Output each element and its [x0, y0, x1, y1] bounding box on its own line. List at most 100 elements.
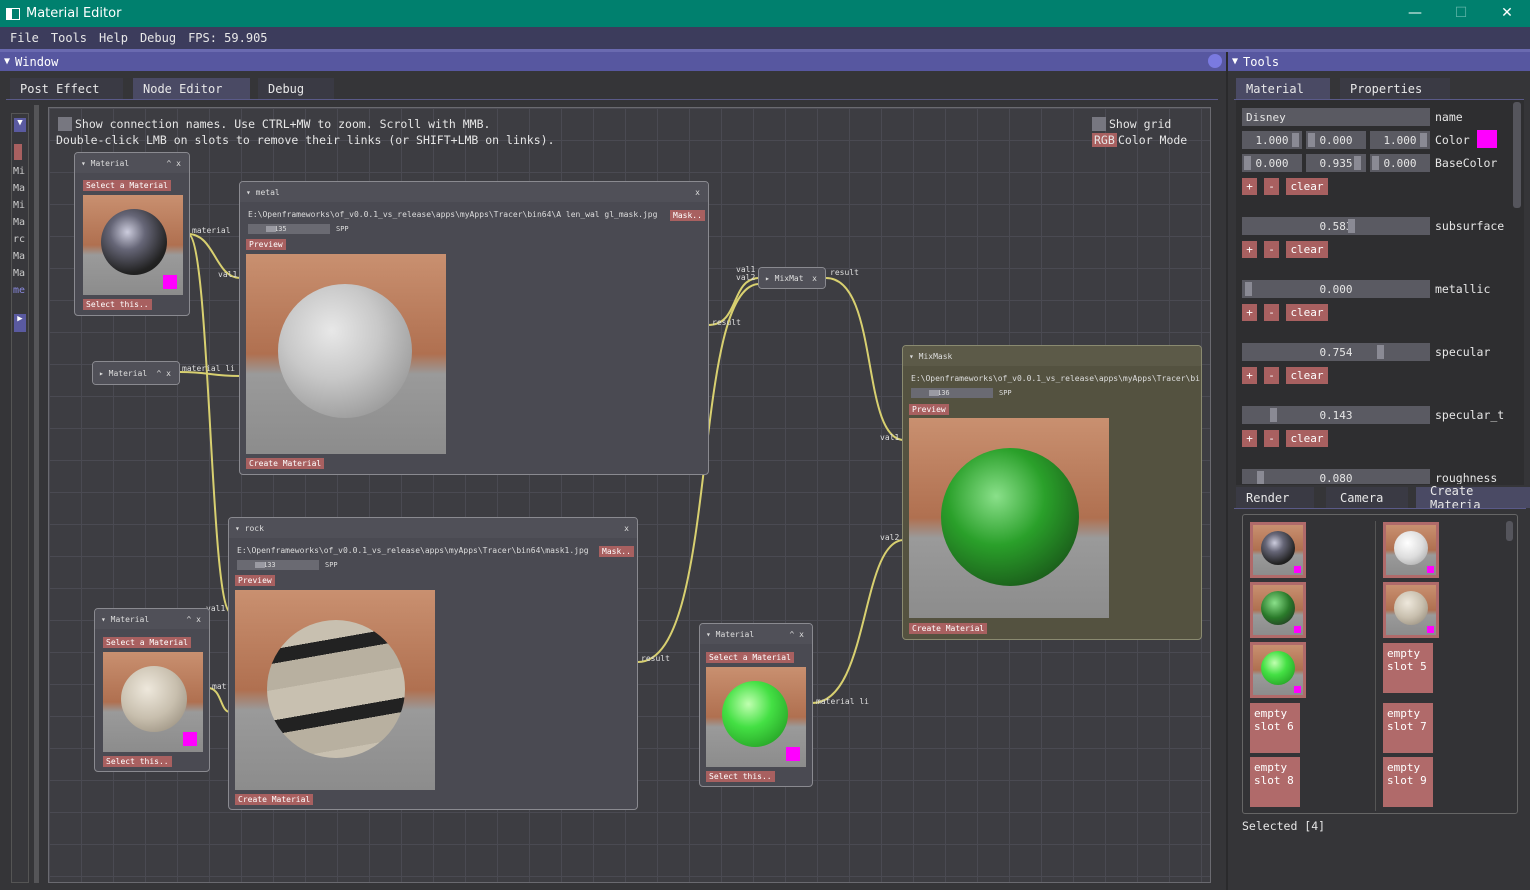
tab-properties[interactable]: Properties [1340, 78, 1450, 99]
basecolor-r-slider[interactable]: 0.000 [1242, 154, 1302, 172]
node-header[interactable]: ▾ Material ^ x [700, 624, 812, 644]
slider-grab[interactable] [1244, 156, 1251, 170]
rock-node[interactable]: ▾ rock x E:\Openframeworks\of_v0.0.1_vs_r… [228, 517, 638, 810]
list-item[interactable]: Ma [13, 251, 25, 262]
select-this-button[interactable]: Select this.. [83, 299, 152, 310]
name-input[interactable]: Disney [1242, 108, 1430, 126]
empty-slot[interactable]: empty slot 8 [1250, 757, 1300, 807]
tab-create-material[interactable]: Create Materia [1416, 484, 1530, 512]
node-header[interactable]: ▾ Material ^ x [75, 153, 189, 173]
metal-node[interactable]: ▾ metal x E:\Openframeworks\of_v0.0.1_vs_… [239, 181, 709, 475]
remove-button[interactable]: - [1264, 178, 1279, 195]
slider-grab[interactable] [1308, 133, 1315, 147]
material-node-collapsed[interactable]: ▸ Material ^ x [92, 361, 180, 385]
tab-render[interactable]: Render [1236, 487, 1314, 508]
select-material-button[interactable]: Select a Material [83, 180, 171, 191]
color-b-slider[interactable]: 1.000 [1370, 131, 1430, 149]
node-controls[interactable]: ^ x [167, 159, 181, 168]
rgb-button[interactable]: RGB [1092, 133, 1117, 147]
menu-file[interactable]: File [0, 31, 45, 45]
spp-slider[interactable]: 136 [911, 388, 993, 398]
collapse-icon[interactable]: ▼ [4, 56, 10, 67]
material-node[interactable]: ▾ Material ^ x Select a Material Select t… [699, 623, 813, 787]
slider-grab[interactable] [1292, 133, 1299, 147]
tab-material[interactable]: Material [1236, 78, 1330, 99]
add-button[interactable]: + [1242, 241, 1257, 258]
basecolor-g-slider[interactable]: 0.935 [1306, 154, 1366, 172]
remove-button[interactable]: - [1264, 367, 1279, 384]
mask-button[interactable]: Mask.. [670, 210, 705, 221]
node-header[interactable]: ▸ MixMat x [759, 268, 825, 288]
clear-button[interactable]: clear [1286, 241, 1328, 258]
empty-slot[interactable]: empty slot 7 [1383, 703, 1433, 753]
slider-grab[interactable] [1354, 156, 1361, 170]
remove-button[interactable]: - [1264, 430, 1279, 447]
basecolor-b-slider[interactable]: 0.000 [1370, 154, 1430, 172]
node-controls[interactable]: ^ x [157, 369, 171, 378]
menu-help[interactable]: Help [93, 31, 134, 45]
empty-slot[interactable]: empty slot 6 [1250, 703, 1300, 753]
tools-panel-header[interactable]: ▼ Tools [1228, 52, 1530, 71]
list-item[interactable]: rc [13, 234, 25, 245]
mask-button[interactable]: Mask.. [599, 546, 634, 557]
tab-node-editor[interactable]: Node Editor [133, 78, 250, 99]
clear-button[interactable]: clear [1286, 430, 1328, 447]
select-material-button[interactable]: Select a Material [103, 637, 191, 648]
node-header[interactable]: ▾ rock x [229, 518, 637, 538]
remove-button[interactable]: - [1264, 241, 1279, 258]
list-item[interactable]: me [13, 285, 25, 296]
node-close-icon[interactable]: x [624, 524, 629, 533]
side-list-toggle-icon[interactable]: ▼ [14, 118, 26, 132]
create-material-button[interactable]: Create Material [235, 794, 314, 805]
maximize-button[interactable]: ☐ [1438, 0, 1484, 27]
node-header[interactable]: ▸ Material ^ x [93, 362, 179, 384]
material-slot-thumbnail[interactable] [1250, 582, 1306, 638]
slots-scrollbar[interactable] [1506, 521, 1513, 541]
color-g-slider[interactable]: 0.000 [1306, 131, 1366, 149]
node-close-icon[interactable]: x [812, 274, 817, 283]
clear-button[interactable]: clear [1286, 367, 1328, 384]
specular-tint-slider[interactable]: 0.143 [1242, 406, 1430, 424]
slider-grab[interactable] [1348, 219, 1355, 233]
node-header[interactable]: ▾ MixMask [903, 346, 1201, 366]
splitter[interactable] [34, 105, 39, 883]
preview-button[interactable]: Preview [909, 404, 949, 415]
slider-grab[interactable] [1377, 345, 1384, 359]
mixmask-node[interactable]: ▾ MixMask E:\Openframeworks\of_v0.0.1_vs… [902, 345, 1202, 640]
remove-button[interactable]: - [1264, 304, 1279, 321]
slider-grab[interactable] [1420, 133, 1427, 147]
clear-button[interactable]: clear [1286, 178, 1328, 195]
panel-resize-dot-icon[interactable] [1208, 54, 1222, 68]
node-header[interactable]: ▾ metal x [240, 182, 708, 202]
add-button[interactable]: + [1242, 304, 1257, 321]
preview-button[interactable]: Preview [246, 239, 286, 250]
menu-tools[interactable]: Tools [45, 31, 93, 45]
node-controls[interactable]: ^ x [790, 630, 804, 639]
select-this-button[interactable]: Select this.. [706, 771, 775, 782]
spp-slider[interactable]: 135 [248, 224, 330, 234]
side-list-expand-icon[interactable]: ▶ [14, 314, 26, 332]
slider-grab[interactable] [1245, 282, 1252, 296]
clear-button[interactable]: clear [1286, 304, 1328, 321]
menu-debug[interactable]: Debug [134, 31, 182, 45]
add-button[interactable]: + [1242, 367, 1257, 384]
list-item[interactable]: Ma [13, 268, 25, 279]
window-panel-header[interactable]: ▼ Window [0, 52, 1226, 71]
node-close-icon[interactable]: x [695, 188, 700, 197]
color-r-slider[interactable]: 1.000 [1242, 131, 1302, 149]
create-material-button[interactable]: Create Material [246, 458, 325, 469]
material-node[interactable]: ▾ Material ^ x Select a Material Select t… [74, 152, 190, 316]
show-grid-checkbox[interactable] [1092, 117, 1106, 131]
material-slot-thumbnail[interactable] [1383, 582, 1439, 638]
add-button[interactable]: + [1242, 430, 1257, 447]
material-slot-thumbnail[interactable] [1250, 642, 1306, 698]
specular-slider[interactable]: 0.754 [1242, 343, 1430, 361]
tab-camera[interactable]: Camera [1326, 487, 1408, 508]
list-item[interactable]: Ma [13, 217, 25, 228]
close-button[interactable]: ✕ [1484, 0, 1530, 27]
list-item[interactable]: Ma [13, 183, 25, 194]
material-slot-thumbnail[interactable] [1383, 522, 1439, 578]
list-item[interactable]: Mi [13, 166, 25, 177]
material-slot-thumbnail[interactable] [1250, 522, 1306, 578]
properties-scrollbar[interactable] [1513, 102, 1521, 208]
